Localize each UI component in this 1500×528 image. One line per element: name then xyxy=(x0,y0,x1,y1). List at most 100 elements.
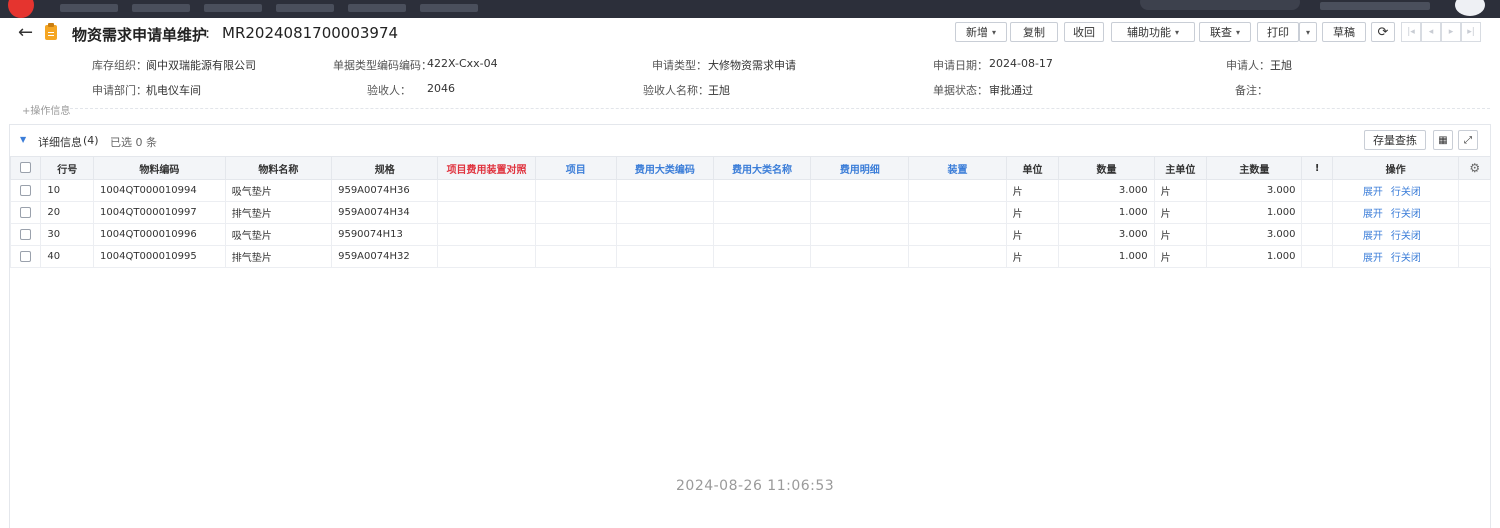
grid-icon[interactable]: ▦ xyxy=(1433,130,1453,150)
cell-device[interactable] xyxy=(908,201,1007,224)
table-row[interactable]: 40 1004QT000010995 排气垫片 959A0074H32 片 1.000 片 1… xyxy=(9,245,1491,268)
cell-line: 40 xyxy=(40,245,95,268)
collapse-triangle-icon[interactable]: ▼ xyxy=(20,135,26,144)
row-checkbox[interactable] xyxy=(9,179,42,202)
copy-button[interactable]: 复制 xyxy=(1010,22,1058,42)
operation-info-toggle[interactable]: +操作信息 xyxy=(22,102,70,117)
cell-project[interactable] xyxy=(534,245,617,268)
prev-page-icon[interactable]: ◂ xyxy=(1421,22,1441,42)
top-nav-bar xyxy=(0,0,1500,18)
close-row-link[interactable]: 行关闭 xyxy=(1391,209,1421,220)
cell-fee-category-code[interactable] xyxy=(615,245,714,268)
draft-button[interactable]: 草稿 xyxy=(1322,22,1366,42)
recall-button[interactable]: 收回 xyxy=(1064,22,1104,42)
col-header-fee-detail[interactable]: 费用明细 xyxy=(810,156,910,180)
cell-fee-category-code[interactable] xyxy=(615,223,714,246)
stock-query-button[interactable]: 存量查拣 xyxy=(1364,130,1426,150)
close-row-link[interactable]: 行关闭 xyxy=(1391,231,1421,242)
applicant-value: 王旭 xyxy=(1270,59,1292,72)
close-row-link[interactable]: 行关闭 xyxy=(1391,187,1421,198)
cell-operation: 展开 行关闭 xyxy=(1331,201,1460,224)
cell-operation: 展开 行关闭 xyxy=(1331,245,1460,268)
receiver-label: 验收人： xyxy=(367,84,411,97)
chevron-down-icon: ▾ xyxy=(1305,27,1310,37)
table-row[interactable]: 20 1004QT000010997 排气垫片 959A0074H34 片 1.000 片 1… xyxy=(9,201,1491,224)
table-row[interactable]: 30 1004QT000010996 吸气垫片 9590074H13 片 3.000 片 3.… xyxy=(9,223,1491,246)
cell-main-unit: 片 xyxy=(1153,179,1208,202)
cell-fee-category-name[interactable] xyxy=(712,201,812,224)
col-header-spec[interactable]: 规格 xyxy=(331,156,439,180)
cell-fee-category-name[interactable] xyxy=(712,179,812,202)
assist-function-button[interactable]: 辅助功能 ▾ xyxy=(1111,22,1195,42)
col-header-qty[interactable]: 数量 xyxy=(1058,156,1155,180)
select-all-checkbox[interactable] xyxy=(9,156,42,180)
col-header-main-unit[interactable]: 主单位 xyxy=(1153,156,1208,180)
expand-row-link[interactable]: 展开 xyxy=(1363,209,1383,220)
fullscreen-icon[interactable]: ⤢ xyxy=(1458,130,1478,150)
cell-fee-category-code[interactable] xyxy=(615,201,714,224)
print-button[interactable]: 打印 xyxy=(1257,22,1299,42)
cell-project[interactable] xyxy=(534,179,617,202)
col-header-name[interactable]: 物料名称 xyxy=(224,156,333,180)
cell-project-fee-device[interactable] xyxy=(437,245,536,268)
cell-spec: 959A0074H36 xyxy=(331,179,439,202)
col-header-code[interactable]: 物料编码 xyxy=(93,156,226,180)
first-page-icon[interactable]: |◂ xyxy=(1401,22,1421,42)
expand-row-link[interactable]: 展开 xyxy=(1363,231,1383,242)
col-header-device[interactable]: 装置 xyxy=(908,156,1007,180)
cell-fee-category-code[interactable] xyxy=(615,179,714,202)
cell-fee-category-name[interactable] xyxy=(712,245,812,268)
column-settings-gear-icon[interactable]: ⚙ xyxy=(1458,156,1491,180)
cell-code: 1004QT000010997 xyxy=(93,201,226,224)
cell-project[interactable] xyxy=(534,223,617,246)
col-header-line[interactable]: 行号 xyxy=(40,156,95,180)
cell-project[interactable] xyxy=(534,201,617,224)
back-arrow-icon[interactable]: ← xyxy=(18,22,33,43)
next-page-icon[interactable]: ▸ xyxy=(1441,22,1461,42)
detail-panel: ▼ 详细信息 (4) 已选 0 条 存量查拣 ▦ ⤢ 行号 物料编码 物料名称 … xyxy=(9,124,1491,528)
cell-fee-detail[interactable] xyxy=(810,201,910,224)
refresh-icon[interactable]: ⟳ xyxy=(1371,22,1395,42)
expand-row-link[interactable]: 展开 xyxy=(1363,253,1383,264)
cell-fee-detail[interactable] xyxy=(810,223,910,246)
avatar[interactable] xyxy=(1455,0,1485,16)
row-checkbox[interactable] xyxy=(9,201,42,224)
cell-flag xyxy=(1301,201,1333,224)
expand-row-link[interactable]: 展开 xyxy=(1363,187,1383,198)
app-logo[interactable] xyxy=(8,0,34,18)
cell-operation: 展开 行关闭 xyxy=(1331,179,1460,202)
dept-value: 机电仪车间 xyxy=(146,84,201,97)
global-search-input[interactable] xyxy=(1140,0,1300,10)
top-nav-user-tools[interactable] xyxy=(1320,2,1430,10)
org-label: 库存组织： xyxy=(92,59,147,72)
cell-line: 30 xyxy=(40,223,95,246)
row-checkbox[interactable] xyxy=(9,223,42,246)
detail-panel-header: ▼ 详细信息 (4) 已选 0 条 存量查拣 ▦ ⤢ xyxy=(10,125,1490,155)
table-row[interactable]: 10 1004QT000010994 吸气垫片 959A0074H36 片 3.000 片 3… xyxy=(9,179,1491,202)
col-header-main-qty[interactable]: 主数量 xyxy=(1206,156,1303,180)
last-page-icon[interactable]: ▸| xyxy=(1461,22,1481,42)
cell-fee-detail[interactable] xyxy=(810,179,910,202)
cell-device[interactable] xyxy=(908,223,1007,246)
col-header-fee-category-name[interactable]: 费用大类名称 xyxy=(712,156,812,180)
col-header-project-fee-device[interactable]: 项目费用装置对照 xyxy=(437,156,536,180)
col-header-project[interactable]: 项目 xyxy=(534,156,617,180)
row-checkbox[interactable] xyxy=(9,245,42,268)
status-value: 审批通过 xyxy=(989,84,1033,97)
cell-spec: 959A0074H34 xyxy=(331,201,439,224)
chevron-down-icon: ▾ xyxy=(1174,27,1179,37)
cell-device[interactable] xyxy=(908,245,1007,268)
cell-project-fee-device[interactable] xyxy=(437,201,536,224)
linked-query-button[interactable]: 联查 ▾ xyxy=(1199,22,1251,42)
add-button[interactable]: 新增 ▾ xyxy=(955,22,1007,42)
col-header-fee-category-code[interactable]: 费用大类编码 xyxy=(615,156,714,180)
cell-fee-detail[interactable] xyxy=(810,245,910,268)
cell-fee-category-name[interactable] xyxy=(712,223,812,246)
col-header-flag[interactable]: ! xyxy=(1301,156,1333,180)
close-row-link[interactable]: 行关闭 xyxy=(1391,253,1421,264)
cell-device[interactable] xyxy=(908,179,1007,202)
print-dropdown-button[interactable]: ▾ xyxy=(1299,22,1317,42)
cell-project-fee-device[interactable] xyxy=(437,223,536,246)
col-header-unit[interactable]: 单位 xyxy=(1005,156,1060,180)
cell-project-fee-device[interactable] xyxy=(437,179,536,202)
